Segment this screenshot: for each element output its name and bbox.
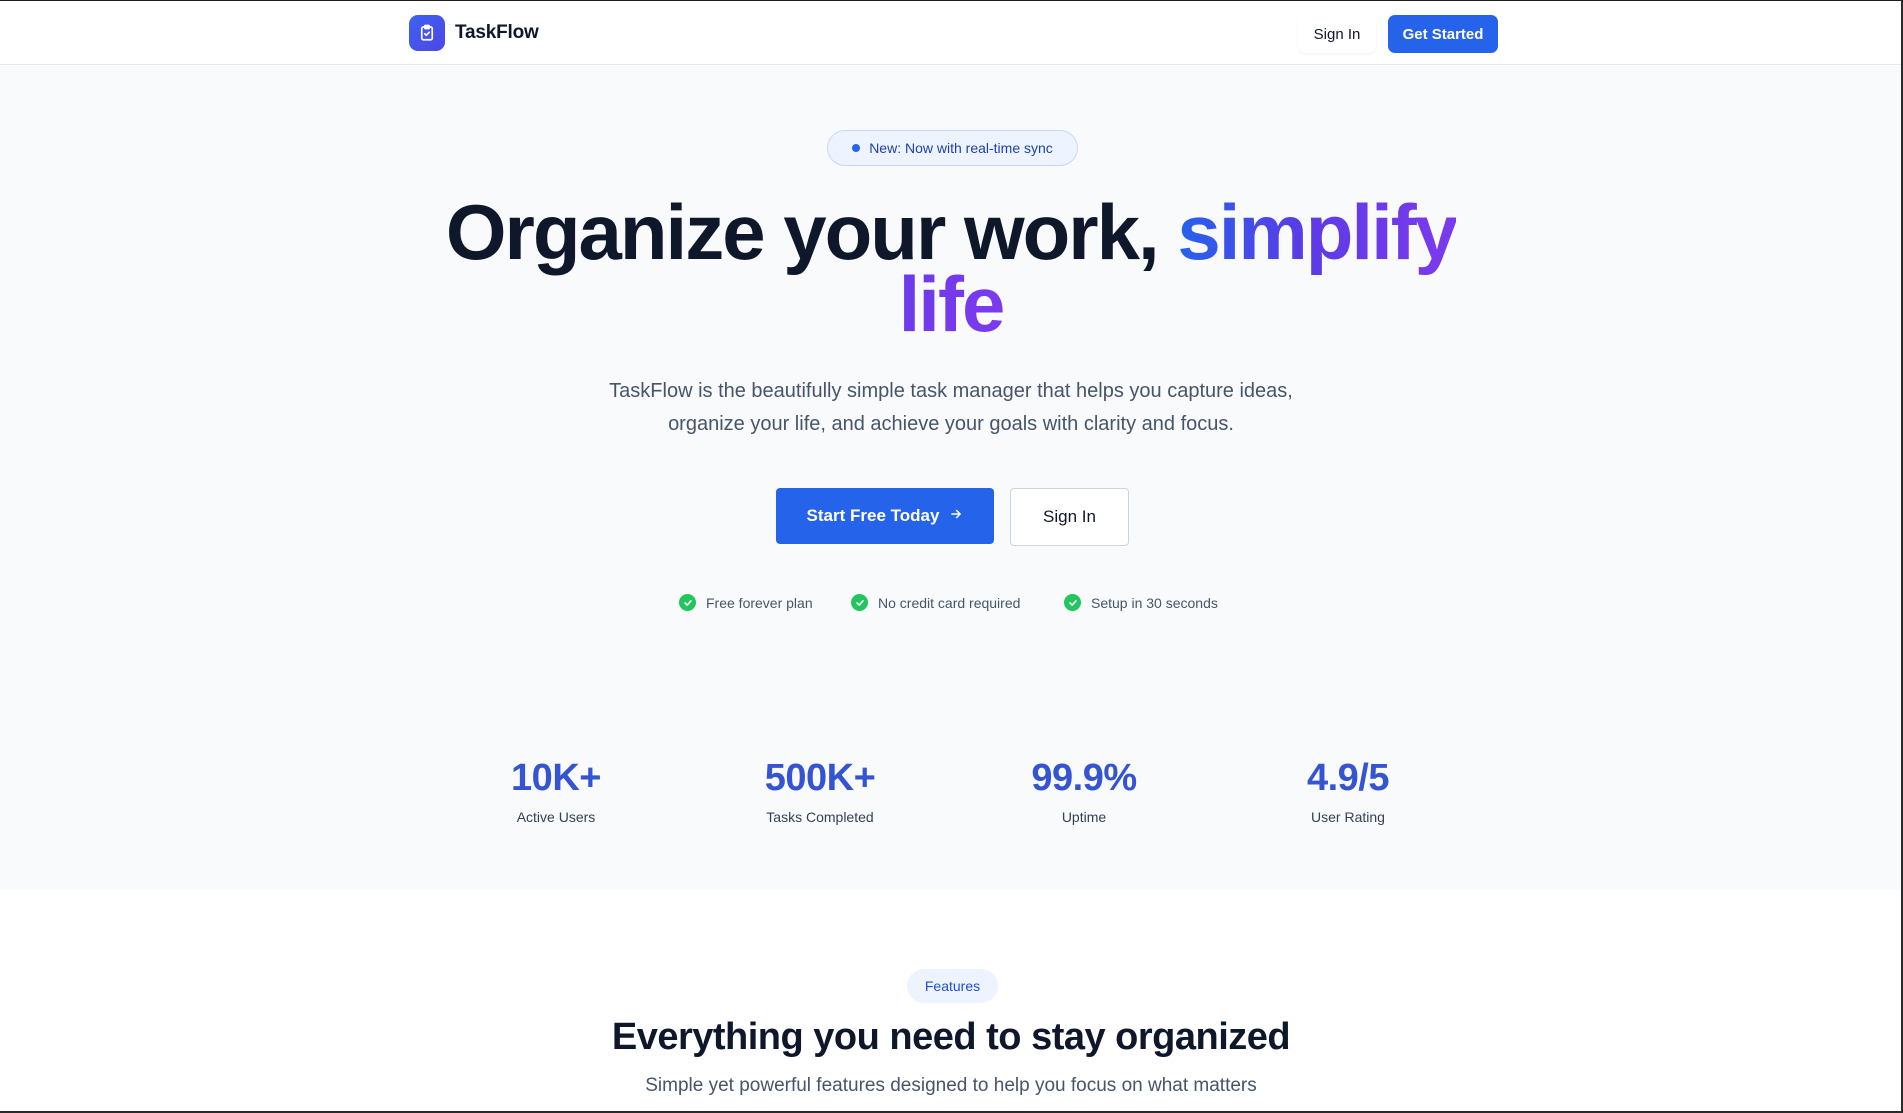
stat-uptime: 99.9% Uptime: [974, 757, 1194, 825]
perks-list: Free forever plan No credit card require…: [0, 594, 1903, 614]
perk-label: Setup in 30 seconds: [1091, 594, 1218, 611]
perk-item: Setup in 30 seconds: [1064, 594, 1218, 611]
features-subtitle: Simple yet powerful features designed to…: [645, 1075, 1257, 1096]
nav-get-started-button[interactable]: Get Started: [1388, 15, 1498, 53]
announcement-badge-text: New: Now with real-time sync: [869, 140, 1053, 156]
perk-item: Free forever plan: [679, 594, 813, 611]
arrow-right-icon: [949, 506, 963, 526]
stat-label: Uptime: [1061, 809, 1107, 825]
stat-label: User Rating: [1311, 809, 1385, 825]
stat-label: Active Users: [516, 809, 596, 825]
brand-name: TaskFlow: [455, 22, 539, 43]
navbar: TaskFlow Sign In Get Started: [0, 1, 1903, 65]
stat-tasks-completed: 500K+ Tasks Completed: [710, 757, 930, 825]
start-free-button[interactable]: Start Free Today: [776, 488, 994, 544]
hero-title-part1: Organize your work,: [445, 188, 1160, 276]
stat-active-users: 10K+ Active Users: [446, 757, 666, 825]
hero-title-highlight-1: simplify: [1177, 188, 1458, 276]
hero-title-highlight-2: life: [898, 260, 1006, 348]
check-circle-icon: [851, 594, 868, 611]
stat-value: 4.9/5: [1306, 757, 1390, 799]
check-circle-icon: [1064, 594, 1081, 611]
start-free-button-label: Start Free Today: [806, 506, 940, 525]
check-circle-icon: [679, 594, 696, 611]
perk-item: No credit card required: [851, 594, 1020, 611]
dot-icon: [852, 144, 861, 152]
nav-signin-button[interactable]: Sign In: [1298, 15, 1376, 53]
hero-subtitle: TaskFlow is the beautifully simple task …: [609, 380, 1293, 435]
brand[interactable]: TaskFlow: [409, 15, 539, 51]
features-pill: Features: [907, 969, 998, 1003]
clipboard-check-icon: [409, 15, 445, 51]
hero-signin-button[interactable]: Sign In: [1010, 488, 1129, 546]
stat-value: 99.9%: [1031, 757, 1137, 799]
perk-label: No credit card required: [878, 594, 1021, 611]
stat-user-rating: 4.9/5 User Rating: [1238, 757, 1458, 825]
features-title: Everything you need to stay organized: [611, 1016, 1291, 1058]
perk-label: Free forever plan: [706, 594, 813, 611]
stat-value: 500K+: [764, 757, 876, 799]
hero-title: Organize your work, simplify life: [351, 193, 1551, 343]
announcement-badge[interactable]: New: Now with real-time sync: [827, 130, 1078, 166]
stat-value: 10K+: [511, 757, 601, 799]
stat-label: Tasks Completed: [766, 809, 874, 825]
